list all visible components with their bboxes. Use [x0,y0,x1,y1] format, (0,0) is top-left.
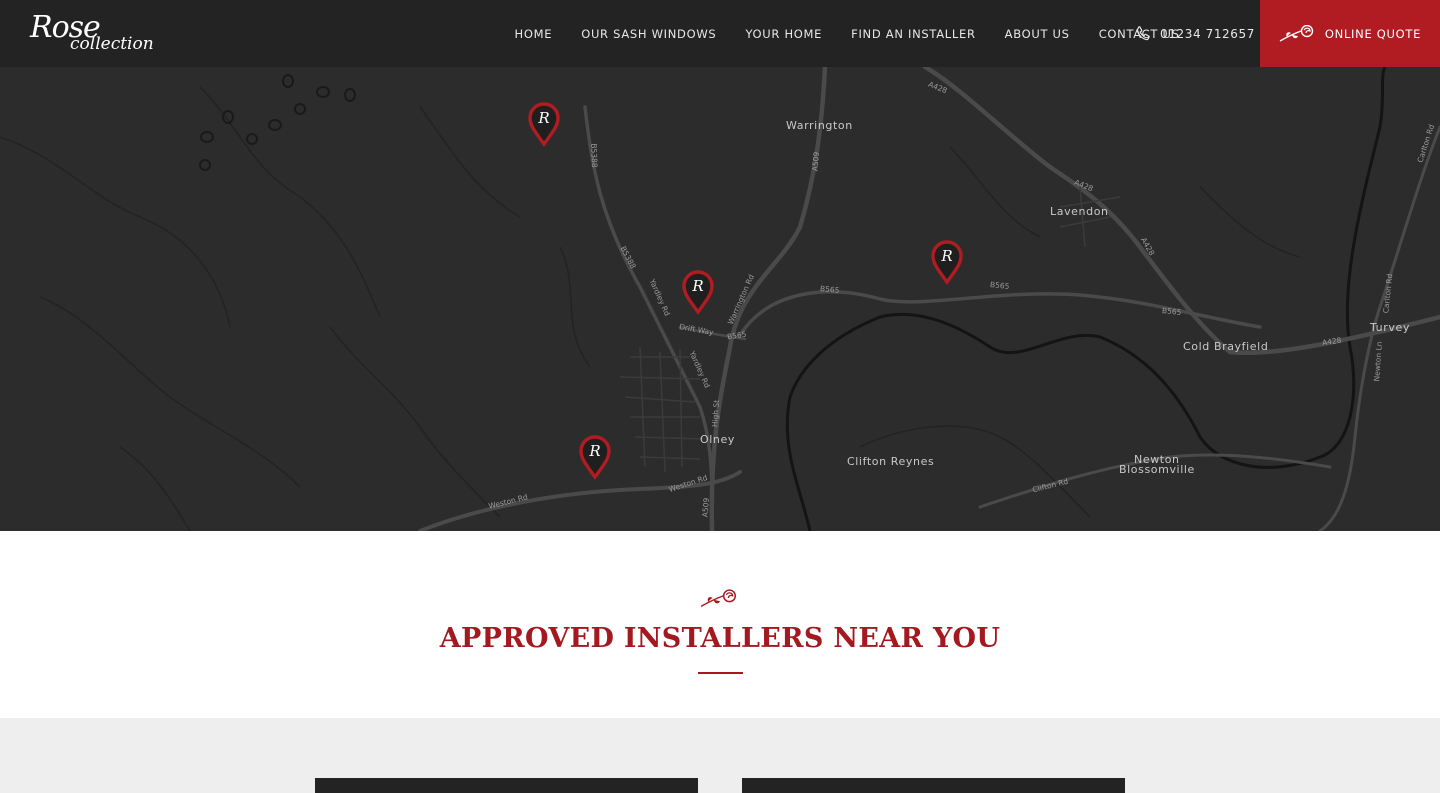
phone-icon [1136,25,1150,40]
nav-home[interactable]: HOME [515,27,553,41]
main-nav: HOME OUR SASH WINDOWS YOUR HOME FIND AN … [500,0,1194,67]
map-label-olney: Olney [700,433,735,446]
road-label: B565 [989,280,1010,291]
road-label: B5388 [589,143,600,168]
nav-find-an-installer[interactable]: FIND AN INSTALLER [851,27,976,41]
pin-letter: R [537,109,549,127]
page-title: APPROVED INSTALLERS NEAR YOU [439,623,1001,654]
installer-pin[interactable]: R [930,239,964,285]
map-pin-icon: R [682,270,714,315]
road-label: A509 [700,497,711,518]
map-label-turvey: Turvey [1370,321,1410,334]
installer-map[interactable]: Warrington Lavendon Olney Clifton Reynes… [0,67,1440,531]
rose-icon [700,589,736,607]
site-header: Rose collection HOME OUR SASH WINDOWS YO… [0,0,1440,67]
phone-number: 01234 712657 [1160,26,1255,41]
map-pin-icon: R [528,102,560,147]
map-pin-icon: R [579,435,611,480]
online-quote-label: ONLINE QUOTE [1324,26,1422,41]
map-label-warrington: Warrington [786,119,853,132]
road-label: A509 [810,151,821,172]
nav-our-sash-windows[interactable]: OUR SASH WINDOWS [581,27,716,41]
road-label: B565 [1161,306,1182,317]
pin-letter: R [588,442,600,460]
title-divider [698,672,743,674]
nav-your-home[interactable]: YOUR HOME [745,27,822,41]
map-pin-icon: R [931,240,963,285]
site-logo[interactable]: Rose collection [30,10,154,56]
rose-icon [1279,24,1314,42]
installers-intro: APPROVED INSTALLERS NEAR YOU [0,531,1440,718]
pin-letter: R [691,277,703,295]
nav-about-us[interactable]: ABOUT US [1005,27,1070,41]
map-label-lavendon: Lavendon [1050,205,1109,218]
installer-pin[interactable]: R [681,269,715,315]
phone-link[interactable]: 01234 712657 [1134,0,1255,67]
online-quote-button[interactable]: ONLINE QUOTE [1260,0,1440,67]
pin-letter: R [940,247,952,265]
road-label: High St [710,399,722,428]
installer-card[interactable] [742,778,1125,793]
installer-card[interactable] [315,778,698,793]
logo-word-collection: collection [70,34,154,54]
road-label: B565 [819,284,840,295]
installers-list-section [0,718,1440,793]
map-label-blossomville: Blossomville [1119,463,1195,476]
map-label-cold-brayfield: Cold Brayfield [1183,340,1269,353]
map-base [0,67,1440,531]
map-label-clifton-reynes: Clifton Reynes [847,455,935,468]
installer-pin[interactable]: R [578,434,612,480]
installer-pin[interactable]: R [527,101,561,147]
